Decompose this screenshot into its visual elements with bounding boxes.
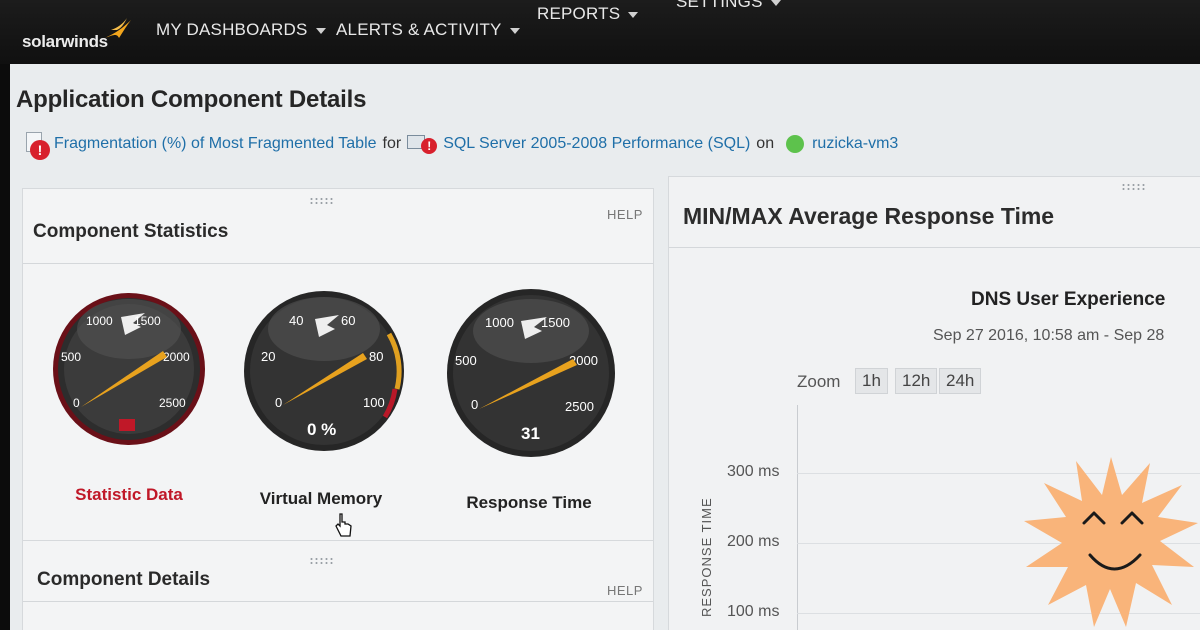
panel-title: Component Statistics (33, 221, 229, 242)
y-axis-title: RESPONSE TIME (699, 497, 714, 617)
component-error-icon: ! (24, 132, 50, 160)
zoom-12h-button[interactable]: 12h (895, 368, 938, 394)
help-link[interactable]: HELP (607, 583, 643, 598)
gauge-tick-label: 0 (275, 395, 282, 410)
component-link[interactable]: Fragmentation (%) of Most Fragmented Tab… (54, 135, 377, 152)
nav-alerts-activity[interactable]: ALERTS & ACTIVITY (336, 20, 520, 40)
drag-handle-icon[interactable] (309, 557, 335, 565)
gauge-tick-label: 100 (363, 395, 385, 410)
component-details-panel: HELP Component Details (22, 540, 654, 630)
gauge-tick-label: 1500 (541, 315, 570, 330)
chevron-down-icon (509, 27, 520, 34)
gauge-tick-label: 2000 (163, 350, 190, 364)
y-tick-label: 100 ms (727, 603, 780, 620)
chevron-down-icon (770, 0, 781, 6)
divider (669, 247, 1200, 248)
chart-y-axis (797, 405, 798, 630)
drag-handle-icon[interactable] (1121, 183, 1147, 191)
response-time-gauge: 0 500 1000 1500 2000 2500 31 (447, 289, 615, 457)
panel-title: Component Details (37, 569, 211, 590)
gauge-label: Virtual Memory (259, 489, 383, 508)
gauge-tick-label: 500 (455, 353, 477, 368)
breadcrumb: ! Fragmentation (%) of Most Fragmented Ta… (24, 132, 898, 168)
component-statistics-panel: HELP Component Statistics 0 500 1000 150… (22, 188, 654, 550)
page-title: Application Component Details (16, 86, 367, 113)
gauge-value: 31 (521, 424, 540, 443)
brand-logo[interactable]: solarwinds (22, 32, 108, 52)
y-tick-label: 300 ms (727, 463, 780, 480)
zoom-label: Zoom (797, 372, 841, 391)
gauge-label: Statistic Data (75, 485, 183, 504)
help-link[interactable]: HELP (607, 207, 643, 222)
virtual-memory-gauge: 0 20 40 60 80 100 0 % (244, 291, 404, 451)
smiling-sun-icon (1024, 457, 1198, 627)
zoom-1h-button[interactable]: 1h (855, 368, 888, 394)
chart-subtitle: DNS User Experience (971, 289, 1166, 310)
gauge-tick-label: 1000 (86, 314, 113, 328)
gauge-tick-label: 1500 (134, 314, 161, 328)
node-link[interactable]: ruzicka-vm3 (812, 135, 898, 152)
chevron-down-icon (315, 27, 326, 34)
gauge-tick-label: 1000 (485, 315, 514, 330)
node-status-up-icon (786, 135, 805, 153)
divider (23, 263, 653, 264)
application-link[interactable]: SQL Server 2005-2008 Performance (SQL) (443, 135, 750, 152)
hand-cursor-icon (335, 513, 352, 537)
gauge-tick-label: 80 (369, 349, 383, 364)
flame-logo-icon (105, 18, 131, 38)
chart-date-range: Sep 27 2016, 10:58 am - Sep 28 (933, 327, 1165, 344)
nav-settings[interactable]: SETTINGS (676, 0, 781, 12)
application-error-icon: ! (407, 133, 438, 155)
gauge-tick-label: 0 (73, 396, 80, 410)
statistic-data-gauge: 0 500 1000 1500 2000 2500 (53, 293, 205, 445)
zoom-24h-button[interactable]: 24h (939, 368, 982, 394)
gauge-tick-label: 500 (61, 350, 81, 364)
gauge-tick-label: 40 (289, 313, 303, 328)
nav-reports[interactable]: REPORTS (537, 4, 639, 24)
gauge-label: Response Time (466, 493, 592, 512)
nav-my-dashboards[interactable]: MY DASHBOARDS (156, 20, 326, 40)
chevron-down-icon (628, 11, 639, 18)
chart-panel-title: MIN/MAX Average Response Time (683, 203, 1055, 229)
y-tick-label: 200 ms (727, 533, 780, 550)
divider (23, 601, 653, 602)
gauge-tick-label: 20 (261, 349, 275, 364)
gauge-tick-label: 2500 (159, 396, 186, 410)
drag-handle-icon[interactable] (309, 197, 335, 205)
gauge-value: 0 % (307, 420, 336, 439)
top-nav-bar: solarwinds MY DASHBOARDS ALERTS & ACTIVI… (0, 0, 1200, 64)
gauge-tick-label: 60 (341, 313, 355, 328)
gauge-tick-label: 2500 (565, 399, 594, 414)
gauge-tick-label: 0 (471, 397, 478, 412)
